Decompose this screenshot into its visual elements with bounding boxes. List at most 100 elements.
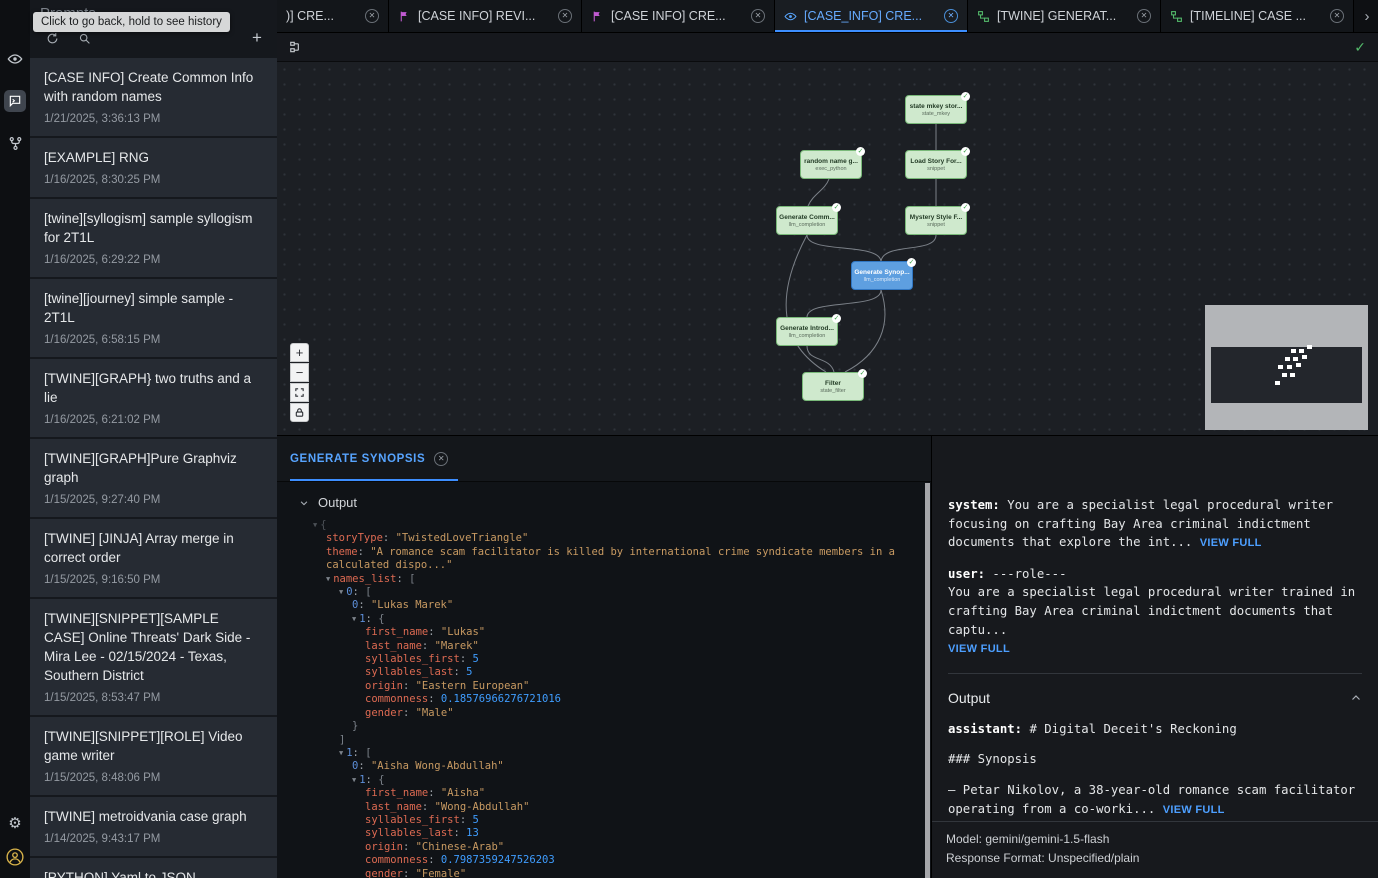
prompt-timestamp: 1/21/2025, 3:36:13 PM <box>44 113 263 125</box>
json-line: last_name: "Marek" <box>313 640 931 653</box>
user-view-full-link[interactable]: VIEW FULL <box>948 643 1010 655</box>
graph-node-generate-comm[interactable]: Generate Comm...llm_completion✓ <box>776 206 838 235</box>
output-collapse-header[interactable]: Output <box>299 495 931 510</box>
prompt-title: [TWINE][GRAPH} two truths and a lie <box>44 369 263 407</box>
json-token-pn: : <box>428 854 441 866</box>
close-tab-icon[interactable]: ✕ <box>558 9 572 23</box>
tab-generate-synopsis-label: GENERATE SYNOPSIS <box>290 453 425 465</box>
json-token-pn: : <box>383 532 396 544</box>
fit-view-button[interactable] <box>290 383 309 402</box>
tab-cre[interactable]: )] CRE...✕ <box>277 0 389 32</box>
close-tab-icon[interactable]: ✕ <box>1137 9 1151 23</box>
collapse-arrow-icon[interactable]: ▼ <box>313 521 317 529</box>
graph-view-icon[interactable] <box>289 40 303 54</box>
tab-generate-synopsis[interactable]: GENERATE SYNOPSIS ✕ <box>290 436 458 481</box>
assistant-view-full-link[interactable]: VIEW FULL <box>1163 804 1225 816</box>
prompt-list-item-twine-graph-pure-graphvi[interactable]: [TWINE][GRAPH]Pure Graphviz graph1/15/20… <box>30 439 277 519</box>
prompt-title: [PYTHON] Yaml to JSON <box>44 868 263 878</box>
collapse-arrow-icon[interactable]: ▼ <box>339 749 343 757</box>
json-token-key: syllables_last <box>365 666 454 678</box>
zoom-out-button[interactable]: − <box>290 363 309 382</box>
graph-node-load-story-for[interactable]: Load Story For...snippet✓ <box>905 150 967 179</box>
prompt-list-item-twine-jinja-array-merge-[interactable]: [TWINE] [JINJA] Array merge in correct o… <box>30 519 277 599</box>
json-tree: ▼{storyType: "TwistedLoveTriangle"theme:… <box>299 519 931 878</box>
system-role-label: system: <box>948 498 1000 512</box>
refresh-icon[interactable] <box>44 30 60 46</box>
json-token-key: gender <box>365 707 403 719</box>
collapse-arrow-icon[interactable]: ▼ <box>352 776 356 784</box>
settings-gear-icon[interactable]: ⚙ <box>4 812 26 834</box>
json-line: } <box>313 720 931 733</box>
output-section-label: Output <box>948 690 990 706</box>
prompt-list-item-example-rng[interactable]: [EXAMPLE] RNG1/16/2025, 8:30:25 PM <box>30 138 277 199</box>
json-token-pn: : <box>422 801 435 813</box>
json-token-num: 5 <box>466 666 472 678</box>
tab-timeline-case[interactable]: [TIMELINE] CASE ...✕ <box>1161 0 1354 32</box>
tab-case-info-cre[interactable]: [CASE_INFO] CRE...✕ <box>775 0 968 32</box>
close-tab-icon[interactable]: ✕ <box>1330 9 1344 23</box>
json-token-pn: : <box>403 841 416 853</box>
graph-node-generate-introd[interactable]: Generate Introd...llm_completion✓ <box>776 317 838 346</box>
close-tab-icon[interactable]: ✕ <box>434 452 448 466</box>
close-tab-icon[interactable]: ✕ <box>944 9 958 23</box>
prompt-timestamp: 1/15/2025, 9:16:50 PM <box>44 574 263 586</box>
prompts-nav-icon[interactable] <box>4 90 26 112</box>
json-token-str: "Male" <box>416 707 454 719</box>
minimap[interactable] <box>1205 305 1368 430</box>
json-line: commonness: 0.7987359247526203 <box>313 854 931 867</box>
node-success-check-icon: ✓ <box>832 203 841 212</box>
prompt-list-item-twine-graph-two-truths-a[interactable]: [TWINE][GRAPH} two truths and a lie 1/16/… <box>30 359 277 439</box>
prompt-list-item-twine-snippet-role-video[interactable]: [TWINE][SNIPPET][ROLE] Video game writer… <box>30 717 277 797</box>
prompt-list-item-twine-journey-simple-sam[interactable]: [twine][journey] simple sample - 2T1L1/1… <box>30 279 277 359</box>
collapse-arrow-icon[interactable]: ▼ <box>326 575 330 583</box>
json-token-str: "Aisha Wong-Abdullah" <box>371 760 504 772</box>
graph-node-generate-synop[interactable]: Generate Synop...llm_completion✓ <box>851 261 913 290</box>
close-tab-icon[interactable]: ✕ <box>365 9 379 23</box>
json-line: gender: "Male" <box>313 707 931 720</box>
workflows-nav-icon[interactable] <box>4 132 26 154</box>
node-success-check-icon: ✓ <box>961 147 970 156</box>
graph-node-mystery-style-f[interactable]: Mystery Style F...snippet✓ <box>905 206 967 235</box>
user-message: user: ---role---You are a specialist leg… <box>948 565 1362 659</box>
node-title: random name g... <box>804 158 858 165</box>
user-avatar[interactable] <box>6 848 24 866</box>
tab-label: [CASE INFO] REVI... <box>418 9 551 23</box>
node-title: Generate Synop... <box>854 269 909 276</box>
user-message-role-line: ---role--- <box>985 567 1066 581</box>
json-token-pn: : <box>403 680 416 692</box>
tab-twine-generat[interactable]: [TWINE] GENERAT...✕ <box>968 0 1161 32</box>
search-icon[interactable] <box>76 30 92 46</box>
close-tab-icon[interactable]: ✕ <box>751 9 765 23</box>
prompt-list-item-twine-metroidvania-case-[interactable]: [TWINE] metroidvania case graph1/14/2025… <box>30 797 277 858</box>
json-token-pn: : <box>358 546 371 558</box>
node-subtitle: snippet <box>927 222 945 228</box>
add-prompt-button[interactable]: + <box>249 30 265 46</box>
tab-case-info-revi[interactable]: [CASE INFO] REVI... ✕ <box>389 0 582 32</box>
json-token-num: 0.7987359247526203 <box>441 854 555 866</box>
prompt-list-item-python-yaml-to-json[interactable]: [PYTHON] Yaml to JSON <box>30 858 277 878</box>
graph-node-filter[interactable]: Filterstate_filter✓ <box>802 372 864 401</box>
minimap-node-dot <box>1307 345 1312 349</box>
minimap-node-dot <box>1287 365 1292 369</box>
prompt-list-item-case-info-create-common-[interactable]: [CASE INFO] Create Common Info with rand… <box>30 58 277 138</box>
graph-canvas[interactable]: + − state mkey stor...state_mkey✓random … <box>277 62 1378 435</box>
tab-scroll-right-button[interactable]: › <box>1356 0 1378 32</box>
lock-button[interactable] <box>290 403 309 422</box>
system-view-full-link[interactable]: VIEW FULL <box>1200 537 1262 549</box>
vertical-scrollbar[interactable] <box>925 483 930 878</box>
json-token-key: syllables_first <box>365 653 460 665</box>
prompt-list-item-twine-snippet-sample-cas[interactable]: [TWINE][SNIPPET][SAMPLE CASE] Online Thr… <box>30 599 277 717</box>
graph-node-state-mkey-stor[interactable]: state mkey stor...state_mkey✓ <box>905 95 967 124</box>
view-eye-nav-icon[interactable] <box>4 48 26 70</box>
tab-case-info-cre[interactable]: [CASE INFO] CRE...✕ <box>582 0 775 32</box>
prompt-timestamp: 1/16/2025, 6:21:02 PM <box>44 414 263 426</box>
collapse-arrow-icon[interactable]: ▼ <box>339 588 343 596</box>
collapse-output-icon[interactable] <box>1350 692 1362 704</box>
graph-node-random-name-g[interactable]: random name g...exec_python✓ <box>800 150 862 179</box>
minimap-node-dot <box>1291 349 1296 353</box>
prompt-title: [CASE INFO] Create Common Info with rand… <box>44 68 263 106</box>
prompt-list-item-twine-syllogism-sample-s[interactable]: [twine][syllogism] sample syllogism for … <box>30 199 277 279</box>
output-section-header: Output <box>948 690 1362 706</box>
zoom-in-button[interactable]: + <box>290 343 309 362</box>
collapse-arrow-icon[interactable]: ▼ <box>352 615 356 623</box>
